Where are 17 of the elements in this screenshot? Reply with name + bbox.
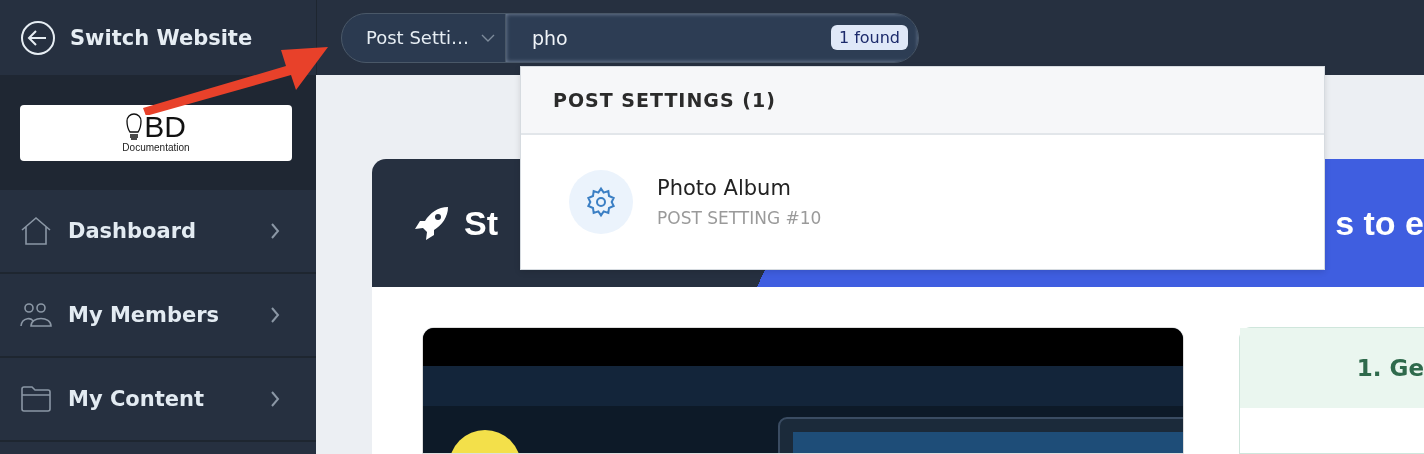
- result-group-heading: POST SETTINGS (1): [553, 89, 776, 111]
- guide-heading: 1. Ge: [1356, 355, 1424, 381]
- chevron-right-icon: [270, 222, 280, 240]
- nav-item[interactable]: My Members: [0, 274, 316, 358]
- banner-title: s to e: [1335, 203, 1424, 243]
- chevron-right-icon: [270, 306, 280, 324]
- chevron-right-icon: [270, 390, 280, 408]
- nav-item[interactable]: Dashboard: [0, 190, 316, 274]
- people-icon: [20, 302, 52, 328]
- banner-title: St: [464, 203, 498, 243]
- logo: BD Documentation: [20, 104, 292, 161]
- lightbulb-icon: [126, 112, 143, 142]
- search-result[interactable]: Photo Album POST SETTING #10: [521, 135, 1324, 269]
- nav-item[interactable]: My Content: [0, 358, 316, 442]
- switch-website-link[interactable]: Switch Website: [70, 25, 253, 50]
- folder-icon: [20, 385, 52, 413]
- home-icon: [20, 216, 52, 246]
